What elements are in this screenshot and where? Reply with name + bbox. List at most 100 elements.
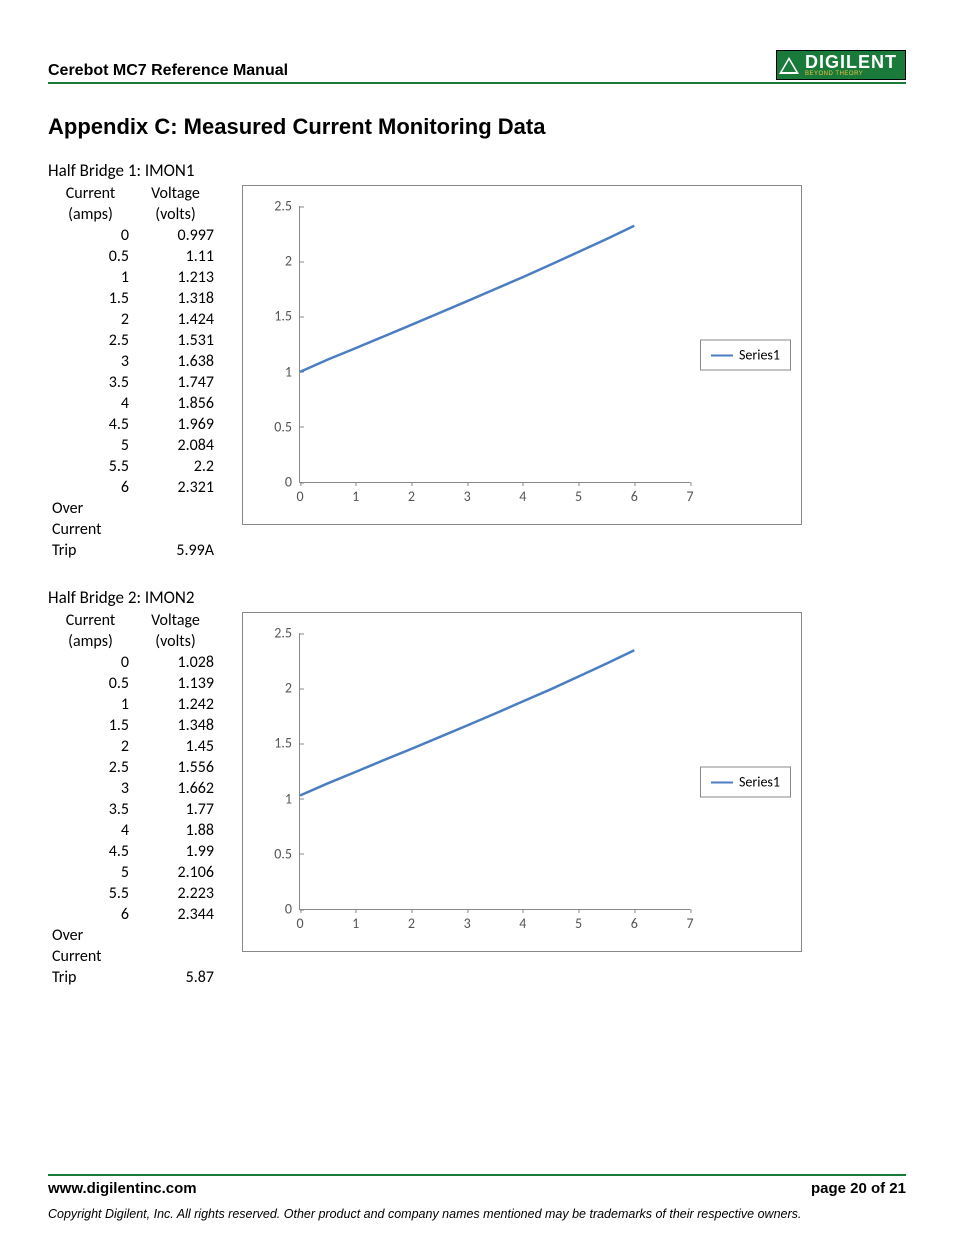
- table-row: 6 2.344: [48, 904, 218, 925]
- cell-voltage: 1.556: [133, 757, 218, 778]
- table-row: Over: [48, 498, 218, 519]
- cell-current: 2: [48, 736, 133, 757]
- oct-value: 5.99A: [133, 540, 218, 561]
- cell-voltage: 1.028: [133, 652, 218, 673]
- y-tick: 1: [285, 790, 300, 807]
- x-tick: 2: [408, 909, 415, 932]
- cell-current: 1: [48, 694, 133, 715]
- legend-label: Series1: [739, 774, 780, 791]
- cell-voltage: 2.344: [133, 904, 218, 925]
- cell-current: 4: [48, 820, 133, 841]
- table-row: 1.5 1.318: [48, 288, 218, 309]
- plot-area: 00.511.522.5 01234567: [299, 206, 690, 483]
- series-line: [300, 650, 634, 795]
- table-row: 0.5 1.11: [48, 246, 218, 267]
- x-tick: 6: [631, 909, 638, 932]
- cell-current: 0.5: [48, 246, 133, 267]
- col-unit-current: (amps): [48, 631, 133, 652]
- cell-voltage: 1.747: [133, 372, 218, 393]
- plot-area: 00.511.522.5 01234567: [299, 633, 690, 910]
- x-tick: 1: [352, 909, 359, 932]
- page-header: Cerebot MC7 Reference Manual DIGILENT BE…: [48, 50, 906, 84]
- cell-current: 2.5: [48, 330, 133, 351]
- oct-label: Over: [48, 498, 133, 519]
- section-title: Half Bridge 2: IMON2: [48, 587, 906, 608]
- footer-copyright: Copyright Digilent, Inc. All rights rese…: [48, 1207, 906, 1221]
- cell-voltage: 1.638: [133, 351, 218, 372]
- x-tick: 7: [686, 909, 693, 932]
- appendix-heading: Appendix C: Measured Current Monitoring …: [48, 114, 906, 140]
- cell-voltage: 1.45: [133, 736, 218, 757]
- section-title: Half Bridge 1: IMON1: [48, 160, 906, 181]
- cell-current: 1.5: [48, 715, 133, 736]
- cell-current: 5.5: [48, 883, 133, 904]
- cell-voltage: 1.213: [133, 267, 218, 288]
- table-row: 4 1.856: [48, 393, 218, 414]
- cell-voltage: 1.318: [133, 288, 218, 309]
- table-row: Trip 5.99A: [48, 540, 218, 561]
- cell-voltage: 1.856: [133, 393, 218, 414]
- cell-current: 6: [48, 477, 133, 498]
- table-row: 5 2.084: [48, 435, 218, 456]
- table-header-row: Current Voltage: [48, 610, 218, 631]
- table-row: 3.5 1.747: [48, 372, 218, 393]
- table-row: 4.5 1.969: [48, 414, 218, 435]
- legend-line-icon: [711, 354, 733, 356]
- cell-voltage: 2.321: [133, 477, 218, 498]
- table-row: 0 1.028: [48, 652, 218, 673]
- cell-current: 3: [48, 351, 133, 372]
- col-header-current: Current: [48, 183, 133, 204]
- cell-current: 3.5: [48, 372, 133, 393]
- cell-current: 6: [48, 904, 133, 925]
- x-tick: 0: [296, 909, 303, 932]
- cell-current: 2.5: [48, 757, 133, 778]
- cell-current: 5: [48, 435, 133, 456]
- cell-current: 5.5: [48, 456, 133, 477]
- table-row: Over: [48, 925, 218, 946]
- cell-current: 4.5: [48, 414, 133, 435]
- x-tick: 3: [464, 909, 471, 932]
- cell-voltage: 2.106: [133, 862, 218, 883]
- data-table: Current Voltage (amps) (volts) 0 0.997 0…: [48, 183, 218, 561]
- oct-label: Trip: [48, 540, 133, 561]
- table-row: 2 1.424: [48, 309, 218, 330]
- table-row: 3.5 1.77: [48, 799, 218, 820]
- cell-current: 4: [48, 393, 133, 414]
- cell-voltage: 1.77: [133, 799, 218, 820]
- x-tick: 2: [408, 482, 415, 505]
- y-tick: 2.5: [274, 198, 300, 215]
- series-line: [300, 226, 634, 372]
- cell-voltage: 1.969: [133, 414, 218, 435]
- col-unit-voltage: (volts): [133, 204, 218, 225]
- cell-voltage: 2.223: [133, 883, 218, 904]
- col-header-voltage: Voltage: [133, 610, 218, 631]
- y-tick: 1.5: [274, 735, 300, 752]
- x-tick: 7: [686, 482, 693, 505]
- footer-url: www.digilentinc.com: [48, 1180, 197, 1197]
- cell-current: 1: [48, 267, 133, 288]
- cell-voltage: 1.11: [133, 246, 218, 267]
- cell-current: 1.5: [48, 288, 133, 309]
- oct-label: Over: [48, 925, 133, 946]
- cell-current: 0: [48, 225, 133, 246]
- header-title: Cerebot MC7 Reference Manual: [48, 62, 288, 80]
- y-tick: 1: [285, 363, 300, 380]
- chart-svg: [300, 633, 690, 909]
- cell-voltage: 1.99: [133, 841, 218, 862]
- cell-voltage: 1.88: [133, 820, 218, 841]
- table-row: 2 1.45: [48, 736, 218, 757]
- table-row: 1 1.213: [48, 267, 218, 288]
- table-row: 6 2.321: [48, 477, 218, 498]
- table-row: 5.5 2.223: [48, 883, 218, 904]
- logo-text: DIGILENT: [805, 52, 897, 72]
- table-row: 2.5 1.531: [48, 330, 218, 351]
- x-tick: 5: [575, 909, 582, 932]
- table-row: Trip 5.87: [48, 967, 218, 988]
- chart-legend: Series1: [700, 340, 791, 371]
- chart-legend: Series1: [700, 767, 791, 798]
- y-tick: 0.5: [274, 418, 300, 435]
- cell-current: 2: [48, 309, 133, 330]
- cell-current: 3: [48, 778, 133, 799]
- digilent-logo: DIGILENT BEYOND THEORY: [776, 50, 906, 80]
- col-unit-voltage: (volts): [133, 631, 218, 652]
